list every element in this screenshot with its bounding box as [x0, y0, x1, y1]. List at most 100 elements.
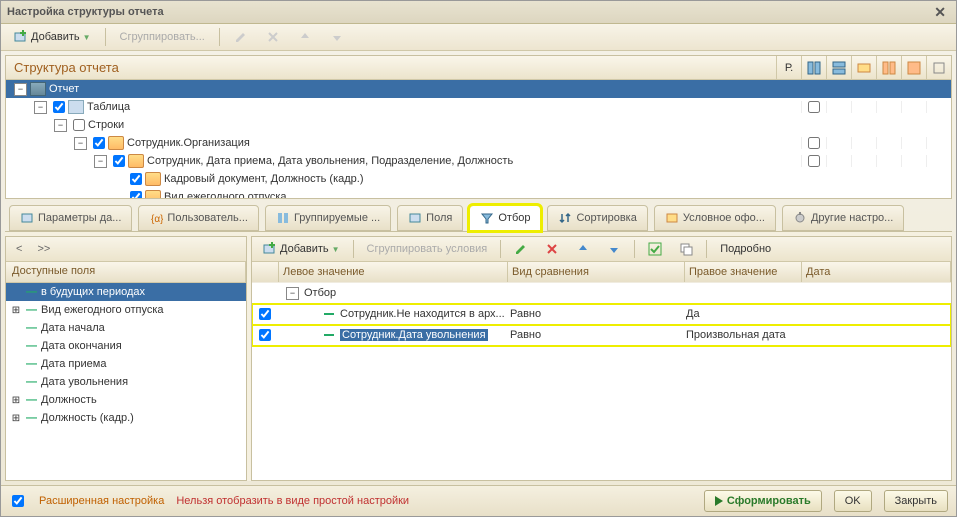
- tab-sort[interactable]: Сортировка: [547, 205, 647, 231]
- field-row[interactable]: ⊞—Должность: [6, 391, 246, 409]
- field-row[interactable]: — Дата увольнения: [6, 373, 246, 391]
- field-icon: —: [26, 304, 37, 316]
- field-label: Должность: [41, 394, 97, 406]
- move-up-icon: [291, 27, 319, 47]
- filter-detail-button[interactable]: Подробно: [713, 240, 778, 258]
- tree-row[interactable]: −Строки: [6, 116, 951, 134]
- footer: Расширенная настройка Нельзя отобразить …: [1, 485, 956, 516]
- r-checkbox[interactable]: [808, 101, 820, 113]
- nav-fwd[interactable]: >>: [31, 241, 56, 257]
- tab-label: Поля: [426, 212, 452, 224]
- filter-checkbox[interactable]: [259, 308, 271, 320]
- tree-row[interactable]: Вид ежегодного отпуска: [6, 188, 951, 198]
- expander-icon[interactable]: −: [54, 119, 67, 132]
- filter-icon: [480, 211, 494, 225]
- filter-grid[interactable]: − ОтборСотрудник.Не находится в арх...Ра…: [252, 283, 951, 480]
- expander-icon[interactable]: ⊞: [10, 305, 22, 316]
- filter-down-icon[interactable]: [600, 239, 628, 259]
- col-icon-4[interactable]: [876, 56, 901, 79]
- expander-icon[interactable]: −: [34, 101, 47, 114]
- field-icon: —: [26, 376, 37, 388]
- col-icon-6[interactable]: [926, 56, 951, 79]
- filter-left-value[interactable]: Сотрудник.Не находится в арх...: [340, 308, 505, 320]
- tree-label: Вид ежегодного отпуска: [164, 191, 287, 198]
- filter-row[interactable]: Сотрудник.Дата увольнения РавноПроизвольн…: [252, 325, 951, 346]
- close-icon[interactable]: ✕: [930, 4, 950, 21]
- r-checkbox[interactable]: [808, 155, 820, 167]
- tab-group[interactable]: Группируемые ...: [265, 205, 391, 231]
- field-icon: —: [26, 358, 37, 370]
- params-icon: [20, 211, 34, 225]
- structure-tree[interactable]: −Отчет−Таблица−Строки−Сотрудник.Организа…: [6, 80, 951, 198]
- tab-other[interactable]: Другие настро...: [782, 205, 904, 231]
- filter-copy-icon[interactable]: [672, 239, 700, 259]
- field-label: Дата начала: [41, 322, 105, 334]
- row-checkbox[interactable]: [93, 137, 105, 149]
- ok-button[interactable]: OK: [834, 490, 872, 512]
- col-icon-2[interactable]: [826, 56, 851, 79]
- filter-parent-row[interactable]: − Отбор: [252, 283, 951, 304]
- field-row[interactable]: ⊞—Вид ежегодного отпуска: [6, 301, 246, 319]
- filter-right-value[interactable]: Произвольная дата: [682, 329, 798, 341]
- tab-cond[interactable]: Условное офо...: [654, 205, 776, 231]
- row-checkbox[interactable]: [130, 191, 142, 198]
- add-button[interactable]: Добавить ▼: [7, 27, 98, 47]
- row-checkbox[interactable]: [53, 101, 65, 113]
- col-icon-5[interactable]: [901, 56, 926, 79]
- filter-up-icon[interactable]: [569, 239, 597, 259]
- nav-back[interactable]: <: [10, 241, 28, 257]
- col-icon-1[interactable]: [801, 56, 826, 79]
- tree-row[interactable]: −Отчет: [6, 80, 951, 98]
- filter-delete-icon[interactable]: [538, 239, 566, 259]
- tab-user[interactable]: {α} Пользователь...: [138, 205, 259, 231]
- tree-row[interactable]: −Сотрудник.Организация: [6, 134, 951, 152]
- form-button[interactable]: Сформировать: [704, 490, 822, 512]
- expander-icon[interactable]: ⊞: [10, 413, 22, 424]
- filter-check-icon[interactable]: [641, 239, 669, 259]
- filter-checkbox[interactable]: [259, 329, 271, 341]
- close-button[interactable]: Закрыть: [884, 490, 948, 512]
- filter-left-value[interactable]: Сотрудник.Дата увольнения: [340, 329, 488, 341]
- col-icon-3[interactable]: [851, 56, 876, 79]
- tree-row[interactable]: −Сотрудник, Дата приема, Дата увольнения…: [6, 152, 951, 170]
- tab-fields[interactable]: Поля: [397, 205, 463, 231]
- tab-filter[interactable]: Отбор: [469, 205, 541, 231]
- advanced-checkbox[interactable]: [12, 495, 24, 507]
- expander-icon[interactable]: −: [286, 287, 299, 300]
- tab-label: Пользователь...: [167, 212, 248, 224]
- row-checkbox[interactable]: [73, 119, 85, 131]
- tree-row[interactable]: −Таблица: [6, 98, 951, 116]
- advanced-label: Расширенная настройка: [39, 495, 164, 507]
- tree-row[interactable]: Кадровый документ, Должность (кадр.): [6, 170, 951, 188]
- filter-right-value[interactable]: Да: [682, 308, 798, 320]
- expander-icon[interactable]: −: [94, 155, 107, 168]
- field-row[interactable]: ⊞—Должность (кадр.): [6, 409, 246, 427]
- field-row[interactable]: —в будущих периодах: [6, 283, 246, 301]
- filter-header: Левое значение Вид сравнения Правое знач…: [252, 262, 951, 283]
- cond-icon: [665, 211, 679, 225]
- r-checkbox[interactable]: [808, 137, 820, 149]
- filter-compare[interactable]: Равно: [506, 308, 682, 320]
- row-checkbox[interactable]: [113, 155, 125, 167]
- expander-icon[interactable]: ⊞: [10, 395, 22, 406]
- filter-compare[interactable]: Равно: [506, 329, 682, 341]
- expander-icon[interactable]: −: [74, 137, 87, 150]
- field-row[interactable]: —Дата окончания: [6, 337, 246, 355]
- field-icon: —: [26, 286, 37, 298]
- available-fields-list[interactable]: —в будущих периодах⊞—Вид ежегодного отпу…: [6, 283, 246, 480]
- filter-group-button: Сгруппировать условия: [360, 240, 495, 258]
- move-down-icon: [323, 27, 351, 47]
- row-checkbox[interactable]: [130, 173, 142, 185]
- tab-label: Сортировка: [576, 212, 636, 224]
- filter-row[interactable]: Сотрудник.Не находится в арх...РавноДа: [252, 304, 951, 325]
- tab-params[interactable]: Параметры да...: [9, 205, 132, 231]
- field-row[interactable]: —Дата приема: [6, 355, 246, 373]
- group-icon: [276, 211, 290, 225]
- group-icon: [108, 136, 124, 150]
- field-label: Дата увольнения: [41, 376, 128, 388]
- expander-icon[interactable]: −: [14, 83, 27, 96]
- filter-add-button[interactable]: Добавить▼: [256, 239, 347, 259]
- svg-text:{α}: {α}: [151, 214, 163, 225]
- filter-edit-icon[interactable]: [507, 239, 535, 259]
- field-row[interactable]: —Дата начала: [6, 319, 246, 337]
